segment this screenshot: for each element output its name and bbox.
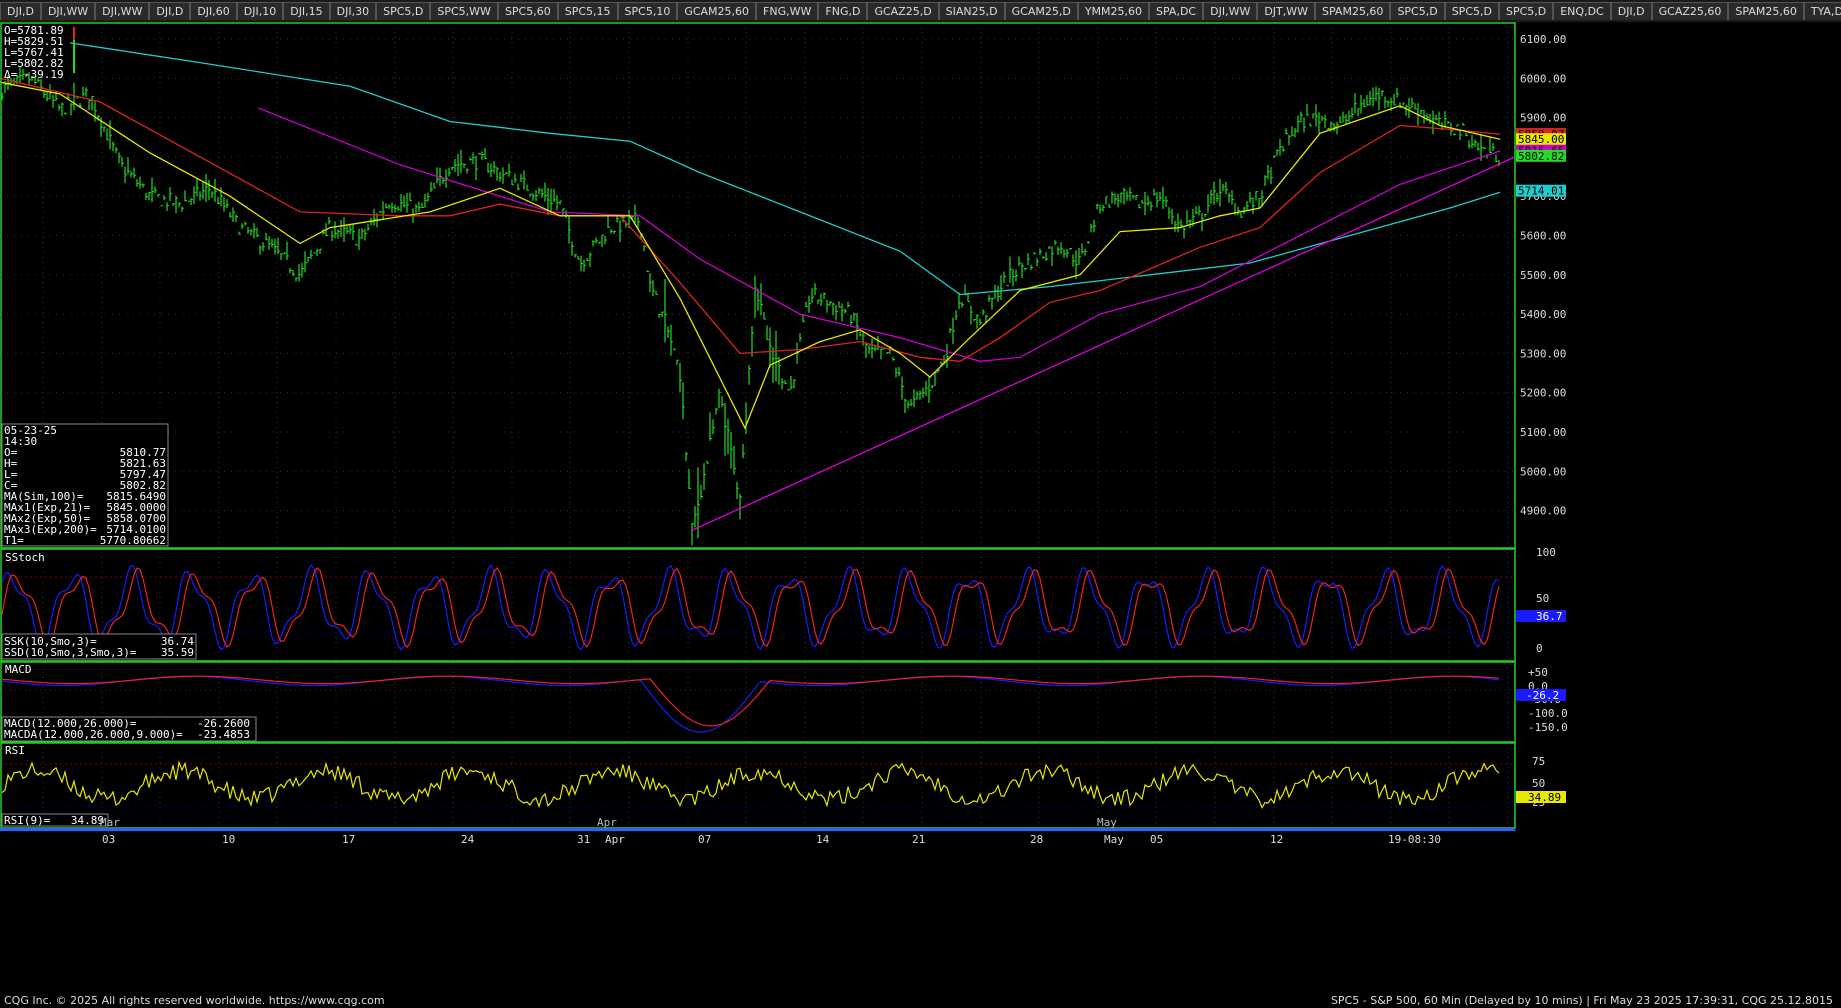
macd-legend-label: MACDA(12.000,26.000,9.000)= [4, 728, 183, 741]
rsi-legend-label: RSI(9)= [4, 814, 51, 827]
tab-spc5-d[interactable]: SPC5,D [1390, 2, 1445, 20]
tab-spc5-d[interactable]: SPC5,D [1498, 2, 1554, 20]
tab-dji-30[interactable]: DJI,30 [329, 2, 377, 20]
tab-dji-60[interactable]: DJI,60 [190, 2, 237, 20]
sstoch-axis-label: 0 [1536, 642, 1543, 655]
price-tick-label: 5100.00 [1520, 426, 1566, 439]
tab-sian25-d[interactable]: SIAN25,D [938, 2, 1005, 20]
macd-axis-label: +50 [1528, 666, 1548, 679]
tab-dji-d[interactable]: DJI,D [1610, 2, 1652, 20]
time-label: 05 [1150, 833, 1163, 846]
macd-legend-value: -23.4853 [197, 728, 250, 741]
time-label: 21 [912, 833, 925, 846]
sstoch-value-text: 36.7 [1536, 610, 1563, 623]
time-label: 03 [102, 833, 115, 846]
time-label: 31 [577, 833, 590, 846]
price-label-text: 5802.82 [1518, 150, 1564, 163]
time-label: 19-08:30 [1388, 833, 1441, 846]
tab-dji-ww[interactable]: DJI,WW [40, 2, 96, 20]
tab-spam25-60[interactable]: SPAM25,60 [1315, 2, 1391, 20]
sstoch-title: SStoch [5, 551, 45, 564]
tab-ymm25-60[interactable]: YMM25,60 [1077, 2, 1150, 20]
macd-axis-label: -150.0 [1528, 721, 1568, 734]
info-label: T1= [4, 534, 24, 547]
tab-gcaz25-60[interactable]: GCAZ25,60 [1651, 2, 1729, 20]
tab-dji-ww[interactable]: DJI,WW [95, 2, 150, 20]
time-label: 17 [342, 833, 355, 846]
status-footer: CQG Inc. © 2025 All rights reserved worl… [0, 994, 1841, 1008]
tab-fng-d[interactable]: FNG,D [818, 2, 868, 20]
tab-gcam25-d[interactable]: GCAM25,D [1004, 2, 1078, 20]
info-value: 5770.80662 [100, 534, 166, 547]
sstoch-legend-label: SSD(10,Smo,3,Smo,3)= [4, 646, 137, 659]
rsi-title: RSI [5, 744, 25, 757]
month-label: May [1097, 816, 1117, 829]
time-label: Apr [605, 833, 625, 846]
price-tick-label: 5400.00 [1520, 308, 1566, 321]
tab-dji-d[interactable]: DJI,D [0, 2, 41, 20]
tab-dji-10[interactable]: DJI,10 [236, 2, 284, 20]
tab-spc5-10[interactable]: SPC5,10 [617, 2, 678, 20]
price-tick-label: 5500.00 [1520, 269, 1566, 282]
macd-title: MACD [5, 663, 32, 676]
macd-value-text: -26.2 [1526, 689, 1559, 702]
sstoch-axis-label: 100 [1536, 546, 1556, 559]
tab-fng-ww[interactable]: FNG,WW [756, 2, 819, 20]
tab-dji-15[interactable]: DJI,15 [283, 2, 330, 20]
tab-gcaz25-d[interactable]: GCAZ25,D [867, 2, 939, 20]
rsi-value-text: 34.89 [1528, 791, 1561, 804]
price-tick-label: 5300.00 [1520, 347, 1566, 360]
tab-spc5-60[interactable]: SPC5,60 [497, 2, 558, 20]
price-tick-label: 5600.00 [1520, 230, 1566, 243]
ohlc-readout-line: Δ= -39.19 [4, 68, 64, 81]
tab-spc5-d[interactable]: SPC5,D [376, 2, 431, 20]
tab-spa-dc[interactable]: SPA,DC [1149, 2, 1204, 20]
time-label: 12 [1270, 833, 1283, 846]
macd-axis-label: -100.0 [1528, 707, 1568, 720]
rsi-axis-label: 50 [1532, 777, 1545, 790]
price-tick-label: 6100.00 [1520, 33, 1566, 46]
time-label: 24 [461, 833, 475, 846]
tab-dji-ww[interactable]: DJI,WW [1203, 2, 1258, 20]
time-label: 10 [222, 833, 235, 846]
copyright-text: CQG Inc. © 2025 All rights reserved worl… [4, 994, 385, 1007]
tab-spc5-15[interactable]: SPC5,15 [557, 2, 618, 20]
time-label: May [1104, 833, 1124, 846]
tab-spc5-d[interactable]: SPC5,D [1444, 2, 1499, 20]
time-axis-strip [0, 828, 1515, 831]
tab-djt-ww[interactable]: DJT,WW [1257, 2, 1316, 20]
sstoch-legend-value: 35.59 [161, 646, 194, 659]
chart-description: SPC5 - S&P 500, 60 Min (Delayed by 10 mi… [1330, 994, 1833, 1007]
rsi-axis-label: 75 [1532, 755, 1545, 768]
tab-tya-dc[interactable]: TYA,DC [1803, 2, 1841, 20]
time-label: 28 [1030, 833, 1043, 846]
price-tick-label: 5000.00 [1520, 465, 1566, 478]
price-tick-label: 5900.00 [1520, 112, 1566, 125]
tab-enq-dc[interactable]: ENQ,DC [1553, 2, 1611, 20]
tab-spam25-60[interactable]: SPAM25,60 [1728, 2, 1804, 20]
price-tick-label: 4900.00 [1520, 505, 1566, 518]
time-label: 07 [698, 833, 711, 846]
month-label: Apr [597, 816, 617, 829]
tab-spc5-ww[interactable]: SPC5,WW [430, 2, 498, 20]
price-tick-label: 6000.00 [1520, 72, 1566, 85]
tab-dji-d[interactable]: DJI,D [149, 2, 191, 20]
chart-canvas[interactable]: 03 10 17 24 31 Apr 07 14 21 28 May 05 12 19-08:30 6100… [0, 22, 1841, 994]
tab-gcam25-60[interactable]: GCAM25,60 [677, 2, 757, 20]
symbol-tab-bar: DJI,D DJI,WW DJI,WW DJI,D DJI,60 DJI,10 DJI,15… [0, 0, 1841, 23]
price-label-text: 5714.01 [1518, 185, 1564, 198]
price-tick-label: 5200.00 [1520, 387, 1566, 400]
month-label: Mar [100, 816, 120, 829]
sstoch-axis-label: 50 [1536, 592, 1549, 605]
time-label: 14 [816, 833, 830, 846]
